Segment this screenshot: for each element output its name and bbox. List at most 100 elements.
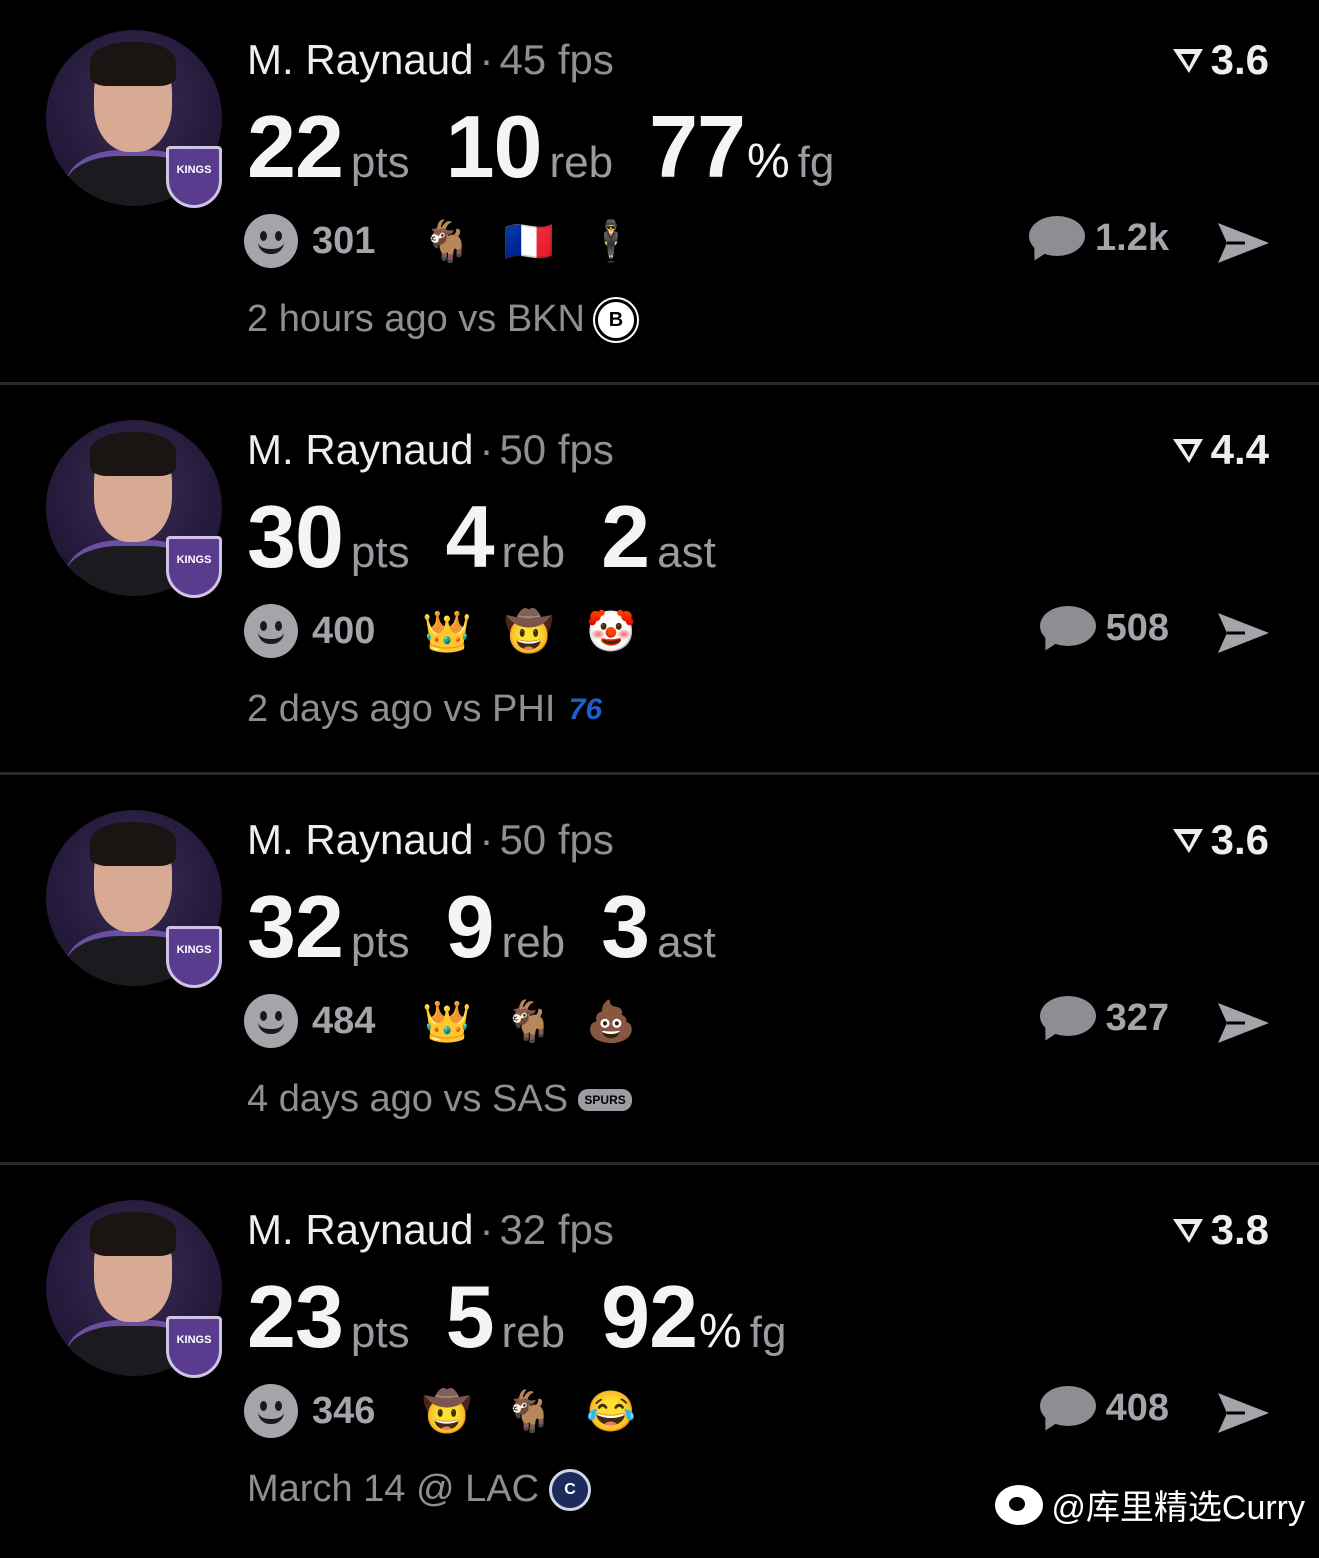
comment-bubble-icon bbox=[1039, 1386, 1096, 1435]
stat-value: 3 bbox=[601, 877, 650, 976]
comment-count: 508 bbox=[1105, 606, 1169, 649]
player-name[interactable]: M. Raynaud bbox=[247, 426, 473, 473]
stat-value: 2 bbox=[601, 487, 650, 586]
badge-text: KINGS bbox=[176, 944, 212, 956]
stat-percent-sign: % bbox=[746, 135, 790, 188]
bubble-body bbox=[1039, 996, 1096, 1036]
reaction-count: 301 bbox=[312, 219, 376, 262]
comments-button[interactable]: 508 bbox=[1039, 606, 1169, 655]
game-info[interactable]: 2 hours ago vs BKN B bbox=[247, 298, 637, 341]
stat-unit: ast bbox=[657, 528, 716, 577]
player-name[interactable]: M. Raynaud bbox=[247, 1206, 473, 1253]
separator: · bbox=[479, 1206, 494, 1253]
bubble-body bbox=[1029, 216, 1086, 256]
stat-value: 23 bbox=[247, 1267, 344, 1366]
bubble-body bbox=[1039, 606, 1096, 646]
rating: 3.6 bbox=[1171, 816, 1269, 864]
opponent-logo-icon: SPURS bbox=[578, 1088, 633, 1111]
rating-arrow-icon bbox=[1172, 49, 1203, 73]
opponent-logo-icon: C bbox=[549, 1468, 592, 1511]
smiley-react-icon[interactable] bbox=[244, 994, 298, 1048]
comments-button[interactable]: 408 bbox=[1039, 1386, 1169, 1435]
comment-count: 408 bbox=[1105, 1386, 1169, 1429]
poop-icon[interactable]: 💩 bbox=[586, 998, 668, 1045]
stat-value: 5 bbox=[445, 1267, 495, 1366]
comment-bubble-icon bbox=[1039, 606, 1096, 655]
share-arrow-icon[interactable] bbox=[1215, 610, 1271, 656]
clown-icon[interactable]: 🤡 bbox=[586, 608, 668, 655]
hair-image bbox=[90, 432, 176, 476]
share-arrow-icon[interactable] bbox=[1215, 1390, 1271, 1436]
man-with-hat-icon[interactable]: 🕴 bbox=[586, 218, 668, 265]
reactions: 484 👑 🐐 💩 bbox=[244, 994, 668, 1048]
stat-value: 4 bbox=[445, 487, 495, 586]
crown-icon[interactable]: 👑 bbox=[422, 608, 504, 655]
stat-unit: pts bbox=[350, 918, 410, 967]
stat-unit: pts bbox=[350, 528, 410, 577]
share-arrow-icon[interactable] bbox=[1215, 220, 1271, 266]
player-name[interactable]: M. Raynaud bbox=[247, 816, 473, 863]
smiley-react-icon[interactable] bbox=[244, 604, 298, 658]
france-flag-icon[interactable]: 🇫🇷 bbox=[504, 218, 586, 265]
post-divider bbox=[0, 382, 1319, 385]
rating: 3.8 bbox=[1171, 1206, 1269, 1254]
stat-unit: reb bbox=[501, 1308, 566, 1357]
stat-pts: 30 pts bbox=[247, 486, 410, 588]
fps-label: 45 fps bbox=[499, 36, 614, 83]
stat-fg: 77% fg bbox=[649, 96, 834, 198]
rating-arrow-icon bbox=[1172, 1219, 1203, 1243]
separator: · bbox=[479, 36, 494, 83]
stat-ast: 2 ast bbox=[601, 486, 716, 588]
player-name[interactable]: M. Raynaud bbox=[247, 36, 473, 83]
kings-badge-icon: KINGS bbox=[166, 1316, 222, 1378]
stat-value: 77 bbox=[649, 97, 746, 196]
stat-value: 92 bbox=[601, 1267, 698, 1366]
badge-text: KINGS bbox=[176, 554, 212, 566]
share-arrow-icon[interactable] bbox=[1215, 1000, 1271, 1046]
stat-line: 22 pts 10 reb 77% fg bbox=[247, 96, 870, 198]
game-info[interactable]: March 14 @ LAC C bbox=[247, 1468, 592, 1511]
reactions: 301 🐐 🇫🇷 🕴 bbox=[244, 214, 668, 268]
player-line: M. Raynaud · 50 fps bbox=[247, 426, 614, 474]
stat-pts: 22 pts bbox=[247, 96, 410, 198]
kings-badge-icon: KINGS bbox=[166, 536, 222, 598]
character-icon[interactable]: 🤠 bbox=[422, 1388, 504, 1435]
goat-icon[interactable]: 🐐 bbox=[504, 998, 586, 1045]
stat-value: 9 bbox=[445, 877, 495, 976]
hair-image bbox=[90, 1212, 176, 1256]
smiley-react-icon[interactable] bbox=[244, 1384, 298, 1438]
rating-value: 4.4 bbox=[1210, 426, 1269, 473]
smiley-react-icon[interactable] bbox=[244, 214, 298, 268]
rating-value: 3.6 bbox=[1210, 36, 1269, 83]
smiley-mouth bbox=[258, 1412, 284, 1424]
opponent-logo-icon: 76 bbox=[568, 692, 603, 726]
rating: 4.4 bbox=[1171, 426, 1269, 474]
crown-icon[interactable]: 👑 bbox=[422, 998, 504, 1045]
badge-text: KINGS bbox=[176, 1334, 212, 1346]
post-card[interactable]: KINGS M. Raynaud · 50 fps 4.4 30 pts 4 reb 2 as… bbox=[0, 390, 1319, 778]
weibo-icon bbox=[995, 1484, 1044, 1525]
goat-icon[interactable]: 🐐 bbox=[422, 218, 504, 265]
rating-value: 3.8 bbox=[1210, 1206, 1269, 1253]
game-info[interactable]: 2 days ago vs PHI 76 bbox=[247, 688, 605, 731]
stat-fg: 92% fg bbox=[601, 1266, 786, 1368]
comments-button[interactable]: 327 bbox=[1039, 996, 1169, 1045]
kings-badge-icon: KINGS bbox=[166, 146, 222, 208]
goat-icon[interactable]: 🐐 bbox=[504, 1388, 586, 1435]
game-info-text: 4 days ago vs SAS bbox=[247, 1078, 569, 1120]
reactions: 400 👑 🤠 🤡 bbox=[244, 604, 668, 658]
comments-button[interactable]: 1.2k bbox=[1028, 216, 1169, 265]
comment-bubble-icon bbox=[1028, 216, 1086, 265]
tears-of-joy-icon[interactable]: 😂 bbox=[586, 1388, 668, 1435]
smiley-mouth bbox=[258, 632, 284, 644]
stat-unit: reb bbox=[501, 528, 566, 577]
post-card[interactable]: KINGS M. Raynaud · 50 fps 3.6 32 pts 9 reb 3 as… bbox=[0, 780, 1319, 1168]
post-card[interactable]: KINGS M. Raynaud · 45 fps 3.6 22 pts 10 reb 77… bbox=[0, 0, 1319, 388]
stat-reb: 9 reb bbox=[446, 876, 566, 978]
character-icon[interactable]: 🤠 bbox=[504, 608, 586, 655]
opponent-logo-icon: B bbox=[594, 298, 637, 341]
game-info[interactable]: 4 days ago vs SAS SPURS bbox=[247, 1078, 633, 1121]
player-line: M. Raynaud · 32 fps bbox=[247, 1206, 614, 1254]
stat-pts: 23 pts bbox=[247, 1266, 410, 1368]
stat-ast: 3 ast bbox=[601, 876, 716, 978]
